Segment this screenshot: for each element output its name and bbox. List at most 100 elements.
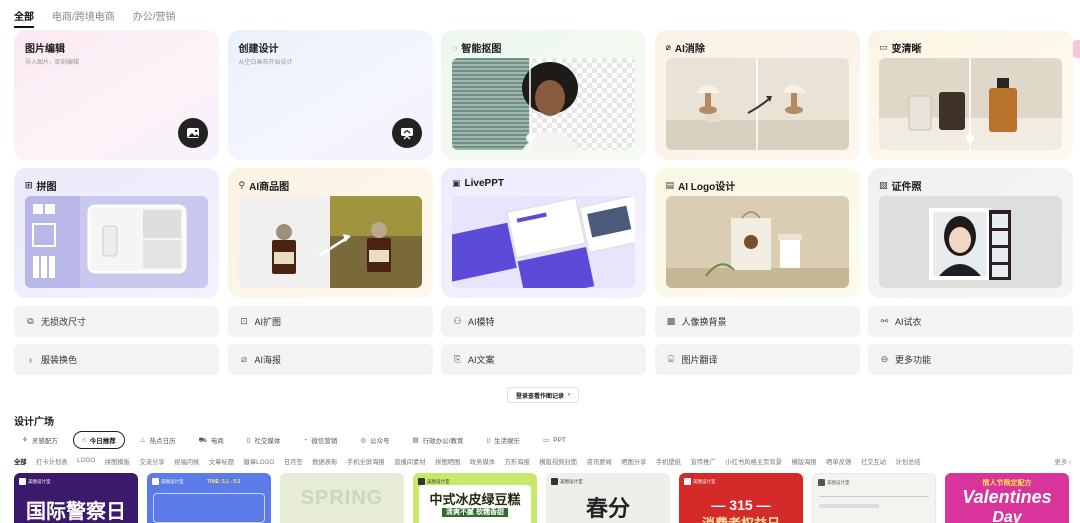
category-bar: 全部 打卡计划表 LOGO 拼图模板 交流分享 祝福问候 文章标题 徽章LOGO… [14,457,1073,466]
category-item[interactable]: 日月签 [284,457,303,466]
card-title-label: 证件照 [891,182,922,193]
card-ai-erase[interactable]: ⌀ AI消除 [654,30,860,160]
card-title-label: AI Logo设计 [678,182,736,193]
chip-label: PPT [553,436,566,444]
translate-icon: ⌸ [668,354,674,364]
chip-label: 灵感配方 [31,438,58,445]
category-item[interactable]: 拼图模板 [105,457,130,466]
tab-ecommerce[interactable]: 电商/跨境电商 [52,8,115,28]
resize-icon: ⧉ [27,316,34,326]
template-card[interactable]: 美图设计室 — 315 — 消费者权益日 [679,473,803,523]
category-item[interactable]: 横版视频封面 [539,457,577,466]
template-card[interactable]: 美图设计室 [812,473,936,523]
category-item[interactable]: 方形海报 [505,457,530,466]
category-item[interactable]: 社交互动 [861,457,886,466]
quick-tool-ai-poster[interactable]: ⧄ AI海报 [227,344,433,375]
category-item[interactable]: 手机全屏海报 [347,457,385,466]
quick-tool-ai-copy[interactable]: ⎘ AI文案 [441,344,646,375]
category-item[interactable]: 宣传推广 [691,457,716,466]
category-item[interactable]: LOGO [77,457,95,466]
quick-tool-portrait-bg[interactable]: ▩ 人像换背景 [654,306,860,337]
more-icon: ⊖ [880,354,889,364]
chip-ecommerce[interactable]: ⛟ 电商 [191,431,232,449]
category-item[interactable]: 数据表彰 [312,457,337,466]
more-categories-link[interactable]: 更多 › [1055,457,1071,466]
card-smart-cutout[interactable]: ◌ 智能抠图 [441,30,646,160]
category-item[interactable]: 晒图分享 [621,457,646,466]
card-image-edit[interactable]: 图片编辑 导入图片，即刻编辑 [14,30,219,160]
category-item[interactable]: 直播间素材 [394,457,425,466]
hd-icon: ▭ [879,42,888,52]
card-title-label: 变清晰 [891,44,922,55]
category-item[interactable]: 文章标题 [209,457,234,466]
brand-logo-icon [818,479,825,486]
login-history-link[interactable]: 登录查看作图记录 › [507,387,580,403]
template-card[interactable]: 美图设计室 中式冰皮绿豆糕 清爽不腻 软糯香甜 [413,473,537,523]
collage-icon: ⊞ [25,180,33,190]
tab-all[interactable]: 全部 [14,8,34,28]
category-item[interactable]: 全部 [14,457,27,466]
chip-hot-calendar[interactable]: ♨ 热点日历 [132,431,184,449]
quick-tool-ai-tryon[interactable]: ⚯ AI试衣 [868,306,1073,337]
card-title: ▣ LivePPT [452,178,504,189]
book-icon: ▤ [412,437,419,444]
template-card[interactable]: 情人节限定配方 Valentines Day [945,473,1069,523]
quick-tool-resize[interactable]: ⧉ 无损改尺寸 [14,306,219,337]
card-ai-product[interactable]: ⚲ AI商品图 [227,168,433,298]
quick-tool-label: 更多功能 [895,355,932,365]
template-card[interactable]: 美图设计室 TIME: 5.1 - 5.5 [147,473,271,523]
erase-preview-image [665,58,849,150]
category-item[interactable]: 拼图晒图 [435,457,460,466]
card-title: ⌀ AI消除 [666,40,705,55]
category-item[interactable]: 资讯要闻 [587,457,612,466]
chip-inspiration[interactable]: ⚘ 灵感配方 [14,431,66,449]
category-item[interactable]: 政务媒体 [470,457,495,466]
category-item[interactable]: 祝福问候 [174,457,199,466]
template-card[interactable]: 美图设计室 春分 [546,473,670,523]
card-ai-logo[interactable]: ▤ AI Logo设计 [654,168,860,298]
brand-badge: 美图设计室 [152,478,184,485]
category-item[interactable]: 交流分享 [139,457,164,466]
card-id-photo[interactable]: ▧ 证件照 [868,168,1073,298]
more-label: 更多 [1054,459,1068,466]
card-create-design[interactable]: 创建设计 从空白画布开始设计 [227,30,433,160]
brand-badge: 美图设计室 [418,478,450,485]
category-item[interactable]: 计划总结 [896,457,921,466]
chip-ppt[interactable]: ▭ PPT [535,431,574,449]
category-item[interactable]: 小红书风格主页背景 [725,457,782,466]
quick-tool-more[interactable]: ⊖ 更多功能 [868,344,1073,375]
category-item[interactable]: 晒单反馈 [826,457,851,466]
quick-tool-label: 服装换色 [41,355,78,365]
quick-tool-translate[interactable]: ⌸ 图片翻译 [654,344,860,375]
template-card[interactable]: 美图设计室 国际警察日 [14,473,138,523]
quick-tool-ai-expand[interactable]: ⊡ AI扩图 [227,306,433,337]
badge-label: 美图设计室 [427,478,450,484]
template-frame [153,493,265,523]
chip-social[interactable]: ▯ 社交媒体 [239,431,289,449]
card-title: ⚲ AI商品图 [239,178,290,193]
brand-logo-icon [551,478,558,485]
card-title-label: AI商品图 [249,182,290,193]
shirt-icon: ♁ [27,354,34,365]
chip-official-account[interactable]: ◎ 公众号 [352,431,397,449]
template-subline-text: 清爽不腻 软糯香甜 [442,508,508,517]
quick-tool-recolor[interactable]: ♁ 服装换色 [14,344,219,375]
chip-lifestyle[interactable]: ▯ 生活娱乐 [478,431,528,449]
quick-tool-label: 图片翻译 [681,355,718,365]
tab-office-marketing[interactable]: 办公/营销 [133,8,176,28]
card-collage[interactable]: ⊞ 拼图 [14,168,219,298]
category-item[interactable]: 徽章LOGO [244,457,275,466]
category-item[interactable]: 打卡计划表 [36,457,67,466]
chip-office-edu[interactable]: ▤ 行政办公/教育 [405,431,472,449]
plaza-chip-bar: ⚘ 灵感配方 ☝ 今日推荐 ♨ 热点日历 ⛟ 电商 ▯ 社交媒体 ◔ 微信营销 ◎ 公众号 ▤… [14,431,574,449]
card-liveppt[interactable]: ▣ LivePPT [441,168,646,298]
category-item[interactable]: 手机壁纸 [656,457,681,466]
card-upscale[interactable]: ▭ 变清晰 [868,30,1073,160]
badge-label: 美图设计室 [827,479,850,485]
template-card[interactable]: SPRING [280,473,404,523]
chip-label: 微信营销 [311,438,338,445]
quick-tool-ai-model[interactable]: ⚇ AI模特 [441,306,646,337]
chip-today[interactable]: ☝ 今日推荐 [72,431,125,449]
category-item[interactable]: 横版海报 [791,457,816,466]
chip-wechat[interactable]: ◔ 微信营销 [295,431,345,449]
